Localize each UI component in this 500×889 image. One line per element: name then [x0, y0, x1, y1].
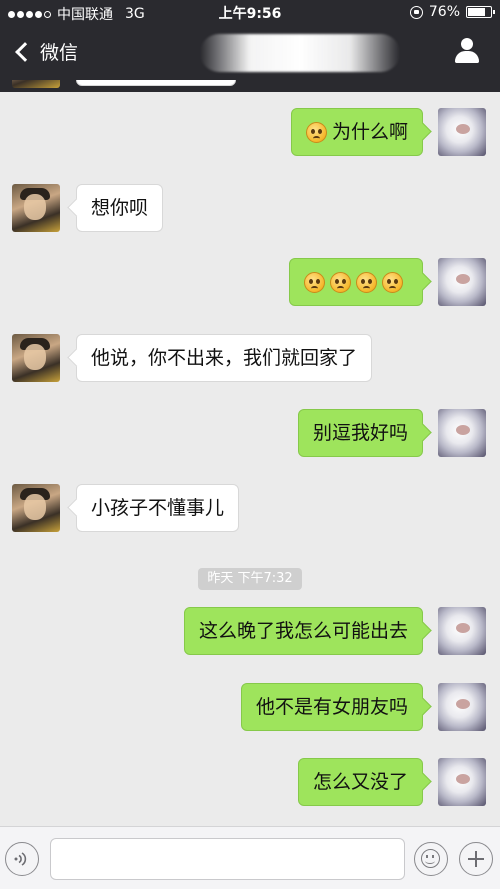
message-text: 想你呗	[91, 197, 149, 219]
smile-icon	[421, 849, 440, 868]
rotation-lock-icon	[409, 5, 423, 19]
message-text: 他不是有女朋友吗	[256, 696, 409, 718]
battery-percent: 76%	[428, 4, 460, 20]
message-bubble[interactable]: 小孩子不懂事儿	[76, 484, 240, 532]
confused-emoji-icon	[382, 271, 403, 293]
my-avatar[interactable]	[438, 607, 486, 655]
back-label: 微信	[40, 42, 79, 64]
message-text: 怎么又没了	[313, 771, 409, 793]
message-bubble-partial[interactable]	[76, 80, 236, 86]
contact-avatar[interactable]	[12, 334, 60, 382]
my-avatar[interactable]	[438, 258, 486, 306]
message-text: 为什么啊	[332, 121, 409, 143]
battery-icon	[466, 6, 495, 18]
message-bubble[interactable]: 这么晚了我怎么可能出去	[184, 607, 424, 655]
message-text: 他说，你不出来，我们就回家了	[91, 347, 358, 369]
my-avatar[interactable]	[438, 409, 486, 457]
person-icon	[454, 38, 480, 64]
message-bubble[interactable]: 怎么又没了	[298, 758, 424, 806]
confused-emoji-icon	[356, 271, 377, 293]
avatar[interactable]	[12, 80, 60, 88]
message-bubble[interactable]	[289, 258, 423, 306]
chat-title-redacted	[200, 34, 400, 72]
chat-area[interactable]: 昨天 下午7:32 为什么啊想你呗他说，你不出来，我们就回家了别逗我好吗小孩子不…	[0, 80, 500, 826]
chevron-left-icon	[15, 41, 35, 62]
message-bubble[interactable]: 想你呗	[76, 184, 164, 232]
message-bubble[interactable]: 他说，你不出来，我们就回家了	[76, 334, 373, 382]
contact-avatar[interactable]	[12, 184, 60, 232]
status-right: 76%	[409, 4, 495, 20]
voice-input-button[interactable]	[5, 842, 39, 876]
plus-icon	[468, 851, 484, 867]
status-bar: 中国联通 3G 上午9:56 76%	[0, 0, 500, 24]
message-timestamp: 昨天 下午7:32	[198, 568, 302, 590]
confused-emoji-icon	[304, 271, 325, 293]
my-avatar[interactable]	[438, 683, 486, 731]
my-avatar[interactable]	[438, 108, 486, 156]
confused-emoji-icon	[306, 121, 327, 143]
confused-emoji-icon	[330, 271, 351, 293]
input-bar	[0, 826, 500, 889]
back-button[interactable]: 微信	[14, 38, 78, 65]
more-button[interactable]	[459, 842, 493, 876]
message-bubble[interactable]: 他不是有女朋友吗	[241, 683, 424, 731]
battery-fill	[468, 8, 485, 16]
chat-info-button[interactable]	[454, 38, 480, 64]
top-bar: 中国联通 3G 上午9:56 76% 微信	[0, 0, 500, 92]
contact-avatar[interactable]	[12, 484, 60, 532]
message-input[interactable]	[50, 838, 405, 880]
navigation-bar: 微信	[0, 24, 500, 80]
emoji-button[interactable]	[414, 842, 448, 876]
message-bubble[interactable]: 别逗我好吗	[298, 409, 424, 457]
voice-icon	[14, 852, 27, 866]
message-text: 这么晚了我怎么可能出去	[199, 620, 409, 642]
my-avatar[interactable]	[438, 758, 486, 806]
message-text: 小孩子不懂事儿	[91, 497, 225, 519]
message-bubble[interactable]: 为什么啊	[291, 108, 424, 156]
message-text: 别逗我好吗	[313, 422, 409, 444]
